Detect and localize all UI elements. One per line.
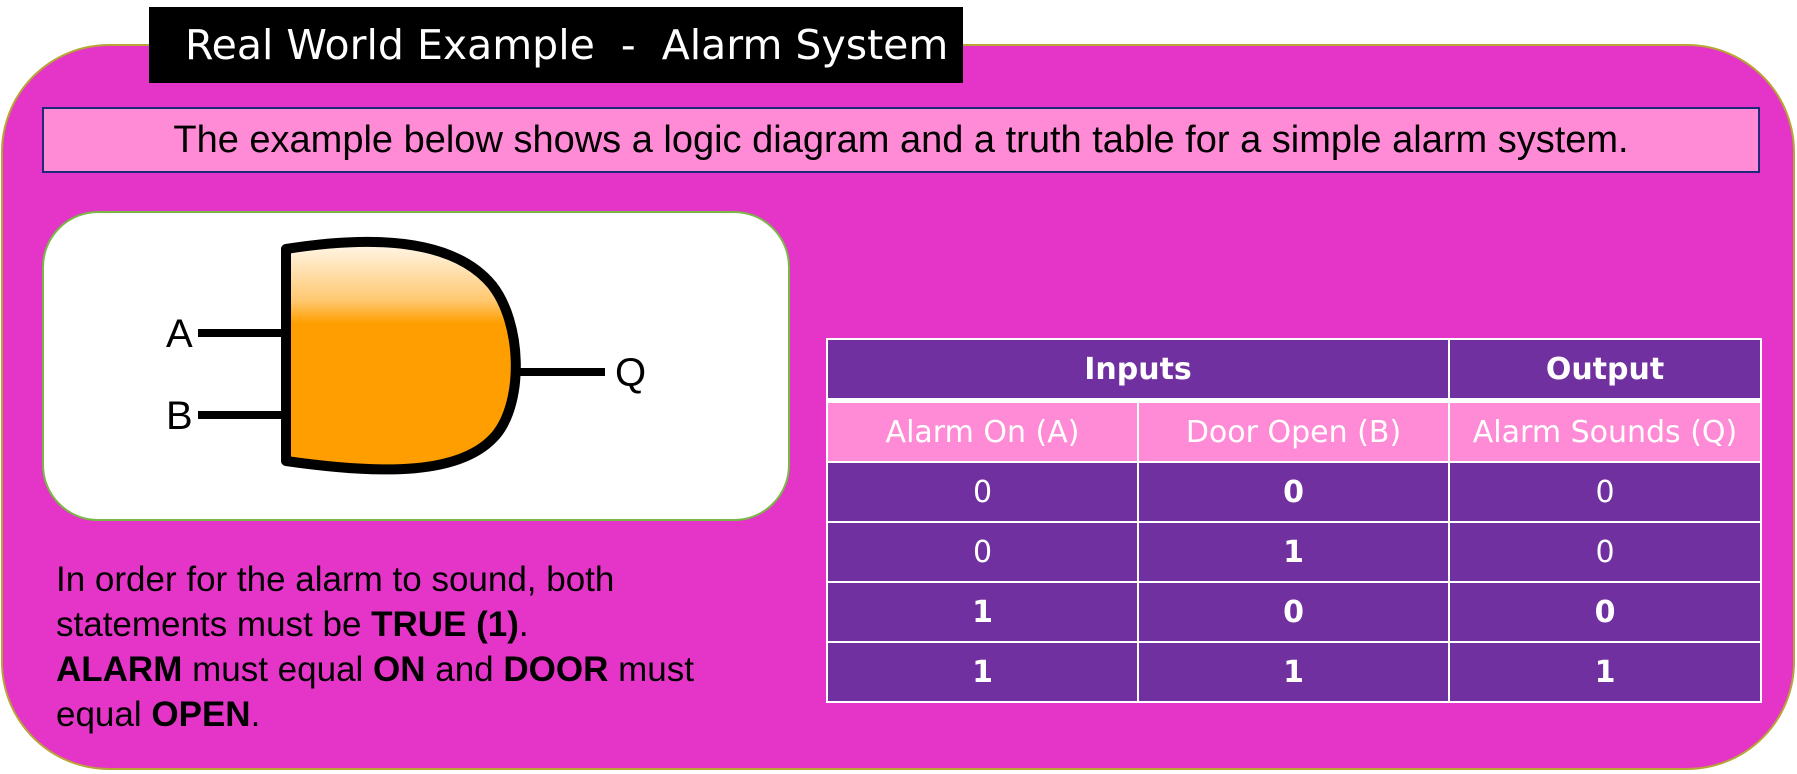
table-cell: 0: [1137, 581, 1450, 643]
explanation-line-4: equal OPEN.: [56, 692, 776, 737]
door-emphasis: DOOR: [503, 650, 609, 689]
and-gate-diagram: A B Q: [166, 236, 646, 475]
column-header-alarm-sounds: Alarm Sounds (Q): [1448, 398, 1762, 463]
explanation-text-span: and: [425, 650, 504, 689]
explanation-text-span: .: [518, 605, 529, 644]
truth-table: Inputs Output Alarm On (A) Door Open (B)…: [826, 338, 1762, 703]
explanation-line-3: ALARM must equal ON and DOOR must: [56, 647, 776, 692]
table-cell: 1: [1137, 521, 1450, 583]
table-cell: 0: [1448, 581, 1762, 643]
explanation-line-1: In order for the alarm to sound, both: [56, 560, 615, 599]
column-header-alarm-on: Alarm On (A): [826, 398, 1139, 463]
output-group-header: Output: [1448, 338, 1762, 402]
input-a-label: A: [166, 312, 193, 356]
logic-diagram: A B Q: [42, 211, 790, 521]
output-q-label: Q: [615, 351, 646, 395]
explanation-text: In order for the alarm to sound, both st…: [56, 557, 776, 737]
table-group-row: Inputs Output: [826, 338, 1762, 402]
inputs-group-header: Inputs: [826, 338, 1450, 402]
table-cell: 0: [826, 461, 1139, 523]
table-row: 1 0 0: [826, 581, 1762, 643]
explanation-text-span: must: [608, 650, 694, 689]
table-cell: 1: [826, 641, 1139, 703]
table-cell: 0: [1448, 521, 1762, 583]
explanation-text-span: must equal: [182, 650, 374, 689]
explanation-text-span: statements must be: [56, 605, 372, 644]
explanation-line-2: statements must be TRUE (1).: [56, 602, 776, 647]
open-emphasis: OPEN: [151, 695, 251, 734]
table-cell: 1: [1137, 641, 1450, 703]
table-cell: 1: [1448, 641, 1762, 703]
true-emphasis: TRUE (1): [371, 605, 519, 644]
on-emphasis: ON: [373, 650, 426, 689]
subtitle-banner: The example below shows a logic diagram …: [42, 107, 1760, 173]
explanation-text-span: equal: [56, 695, 152, 734]
table-cell: 1: [826, 581, 1139, 643]
table-cell: 0: [1137, 461, 1450, 523]
column-header-door-open: Door Open (B): [1137, 398, 1450, 463]
and-gate-body: [286, 241, 516, 470]
table-row: 0 0 0: [826, 461, 1762, 523]
table-cell: 0: [1448, 461, 1762, 523]
table-cell: 0: [826, 521, 1139, 583]
page-title: Real World Example - Alarm System: [149, 7, 963, 83]
alarm-emphasis: ALARM: [56, 650, 183, 689]
table-row: 1 1 1: [826, 641, 1762, 703]
table-row: 0 1 0: [826, 521, 1762, 583]
explanation-text-span: .: [250, 695, 261, 734]
table-header-row: Alarm On (A) Door Open (B) Alarm Sounds …: [826, 398, 1762, 463]
input-b-label: B: [166, 394, 193, 438]
